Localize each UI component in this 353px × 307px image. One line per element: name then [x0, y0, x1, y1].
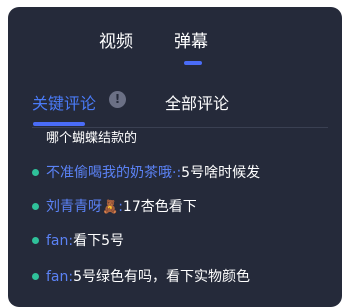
comment-username[interactable]: 刘青青呀	[46, 199, 102, 215]
comment-text: 看下5号	[73, 233, 125, 249]
bullet-dot-icon	[32, 272, 39, 280]
bullet-dot-icon	[32, 168, 39, 176]
comment-panel: 视频 弹幕 关键评论 ! 全部评论 哪个蝴蝶结款的 不准偷喝我的奶茶哦·:5号啥…	[8, 7, 342, 307]
comment-text: 17杏色看下	[122, 199, 197, 215]
list-item: 刘青青呀🧸:17杏色看下	[32, 196, 197, 218]
list-item: 不准偷喝我的奶茶哦·:5号啥时候发	[32, 162, 260, 184]
comment-list: 哪个蝴蝶结款的 不准偷喝我的奶茶哦·:5号啥时候发 刘青青呀🧸:17杏色看下 f…	[8, 7, 342, 307]
comment-username[interactable]: fan	[46, 269, 68, 285]
list-item: fan:5号绿色有吗，看下实物颜色	[32, 266, 250, 288]
comment-text: 5号绿色有吗，看下实物颜色	[73, 269, 251, 285]
bullet-dot-icon	[32, 202, 39, 210]
comment-username[interactable]: 不准偷喝我的奶茶哦·	[46, 165, 176, 181]
comment-text: 5号啥时候发	[181, 165, 261, 181]
bullet-dot-icon	[32, 236, 39, 244]
teddy-bear-emoji-icon: 🧸	[102, 200, 119, 215]
comment-username[interactable]: fan	[46, 233, 68, 249]
comment-partial-text: 哪个蝴蝶结款的	[46, 131, 138, 146]
list-item: fan:看下5号	[32, 230, 124, 252]
